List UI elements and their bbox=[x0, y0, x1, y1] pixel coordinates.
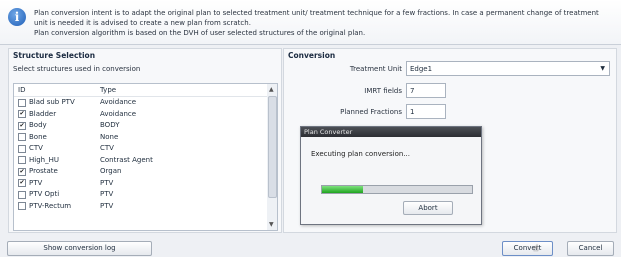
scroll-up-icon[interactable]: ▲ bbox=[269, 86, 274, 93]
progress-bar bbox=[321, 185, 473, 194]
structure-id-cell: ✔ Bladder bbox=[14, 109, 100, 121]
structure-checkbox[interactable]: ✔ bbox=[18, 179, 26, 188]
convert-button[interactable]: Convert bbox=[502, 241, 553, 256]
treatment-unit-dropdown[interactable]: Edge1 ▼ bbox=[406, 61, 610, 76]
structure-id: CTV bbox=[29, 144, 43, 152]
table-row[interactable]: ✔ PTV PTV bbox=[14, 178, 268, 190]
structure-id: Prostate bbox=[29, 167, 58, 175]
structure-id-cell: ✔ Body bbox=[14, 120, 100, 132]
structure-checkbox[interactable] bbox=[18, 133, 26, 142]
dialog-message: Executing plan conversion... bbox=[311, 150, 410, 158]
structure-type: BODY bbox=[100, 121, 120, 129]
structure-id-cell: Blad sub PTV bbox=[14, 97, 100, 109]
structure-id-cell: Bone bbox=[14, 132, 100, 144]
column-header-type[interactable]: Type bbox=[100, 84, 250, 96]
treatment-unit-label: Treatment Unit bbox=[349, 65, 402, 73]
planned-fractions-value: 1 bbox=[410, 108, 415, 116]
hand-cursor-icon: ☝ bbox=[533, 244, 539, 254]
column-header-id[interactable]: ID bbox=[14, 84, 100, 96]
structure-checkbox[interactable] bbox=[18, 202, 26, 211]
scrollbar-thumb[interactable] bbox=[268, 96, 277, 198]
structure-id-cell: ✔ PTV bbox=[14, 178, 100, 190]
structure-checkbox[interactable]: ✔ bbox=[18, 121, 26, 130]
structure-checkbox[interactable]: ✔ bbox=[18, 110, 26, 119]
conversion-title: Conversion bbox=[288, 51, 336, 60]
treatment-unit-value: Edge1 bbox=[410, 65, 433, 73]
cancel-button[interactable]: Cancel bbox=[567, 241, 614, 256]
chevron-down-icon[interactable]: ▼ bbox=[600, 62, 605, 76]
structure-id: PTV bbox=[29, 178, 43, 187]
structure-list[interactable]: ID Type Blad sub PTV Avoidance ✔ Bladder Avo… bbox=[13, 83, 269, 231]
structure-id: Bladder bbox=[29, 109, 57, 118]
structure-type: CTV bbox=[100, 144, 114, 152]
structure-list-header: ID Type bbox=[14, 84, 268, 97]
structure-selection-subtitle: Select structures used in conversion bbox=[13, 65, 141, 73]
structure-selection-title: Structure Selection bbox=[13, 51, 96, 60]
table-row[interactable]: ✔ Body BODY bbox=[14, 120, 268, 132]
imrt-fields-input[interactable]: 7 bbox=[406, 83, 446, 98]
structure-type: Contrast Agent bbox=[100, 155, 153, 164]
table-row[interactable]: High_HU Contrast Agent bbox=[14, 155, 268, 167]
structure-checkbox[interactable] bbox=[18, 98, 26, 107]
dialog-title: Plan Converter bbox=[301, 127, 481, 137]
structure-selection-panel: Structure Selection Select structures us… bbox=[8, 48, 282, 233]
structure-type: None bbox=[100, 132, 119, 141]
structure-type: PTV bbox=[100, 190, 114, 198]
show-conversion-log-button[interactable]: Show conversion log bbox=[7, 241, 152, 256]
structure-id: PTV Opti bbox=[29, 190, 60, 198]
structure-checkbox[interactable] bbox=[18, 156, 26, 165]
info-text: Plan conversion intent is to adapt the o… bbox=[34, 8, 614, 38]
info-line-2: unit is needed it is advised to create a… bbox=[34, 19, 251, 27]
abort-button[interactable]: Abort bbox=[403, 201, 453, 215]
table-row[interactable]: Blad sub PTV Avoidance bbox=[14, 97, 268, 109]
structure-list-scrollbar[interactable]: ▲ ▼ bbox=[267, 83, 278, 231]
structure-id: Bone bbox=[29, 132, 47, 141]
structure-id-cell: PTV Opti bbox=[14, 189, 100, 201]
info-line-1: Plan conversion intent is to adapt the o… bbox=[34, 9, 599, 17]
planned-fractions-label: Planned Fractions bbox=[340, 108, 402, 116]
table-row[interactable]: CTV CTV bbox=[14, 143, 268, 155]
info-icon: i bbox=[8, 8, 26, 26]
structure-checkbox[interactable] bbox=[18, 144, 26, 153]
table-row[interactable]: ✔ Bladder Avoidance bbox=[14, 109, 268, 121]
structure-checkbox[interactable]: ✔ bbox=[18, 167, 26, 176]
structure-type: PTV bbox=[100, 201, 114, 210]
structure-id: PTV-Rectum bbox=[29, 201, 72, 210]
info-line-3: Plan conversion algorithm is based on th… bbox=[34, 29, 366, 37]
structure-id: Body bbox=[29, 121, 47, 129]
structure-id-cell: ✔ Prostate bbox=[14, 166, 100, 178]
structure-type: Organ bbox=[100, 167, 122, 175]
progress-fill bbox=[322, 186, 363, 193]
plan-converter-dialog: Plan Converter Executing plan conversion… bbox=[300, 126, 482, 225]
imrt-fields-label: IMRT fields bbox=[364, 87, 402, 95]
table-row[interactable]: PTV Opti PTV bbox=[14, 189, 268, 201]
table-row[interactable]: PTV-Rectum PTV bbox=[14, 201, 268, 213]
structure-type: Avoidance bbox=[100, 109, 137, 118]
table-row[interactable]: ✔ Prostate Organ bbox=[14, 166, 268, 178]
structure-checkbox[interactable] bbox=[18, 190, 26, 199]
structure-id-cell: PTV-Rectum bbox=[14, 201, 100, 213]
structure-id: High_HU bbox=[29, 155, 59, 164]
imrt-fields-value: 7 bbox=[410, 87, 415, 95]
structure-id-cell: High_HU bbox=[14, 155, 100, 167]
planned-fractions-input[interactable]: 1 bbox=[406, 104, 446, 119]
structure-id-cell: CTV bbox=[14, 143, 100, 155]
structure-id: Blad sub PTV bbox=[29, 98, 75, 106]
structure-type: PTV bbox=[100, 178, 114, 187]
info-banner: i Plan conversion intent is to adapt the… bbox=[0, 0, 621, 45]
scroll-down-icon[interactable]: ▼ bbox=[269, 221, 274, 228]
structure-type: Avoidance bbox=[100, 98, 137, 106]
table-row[interactable]: Bone None bbox=[14, 132, 268, 144]
